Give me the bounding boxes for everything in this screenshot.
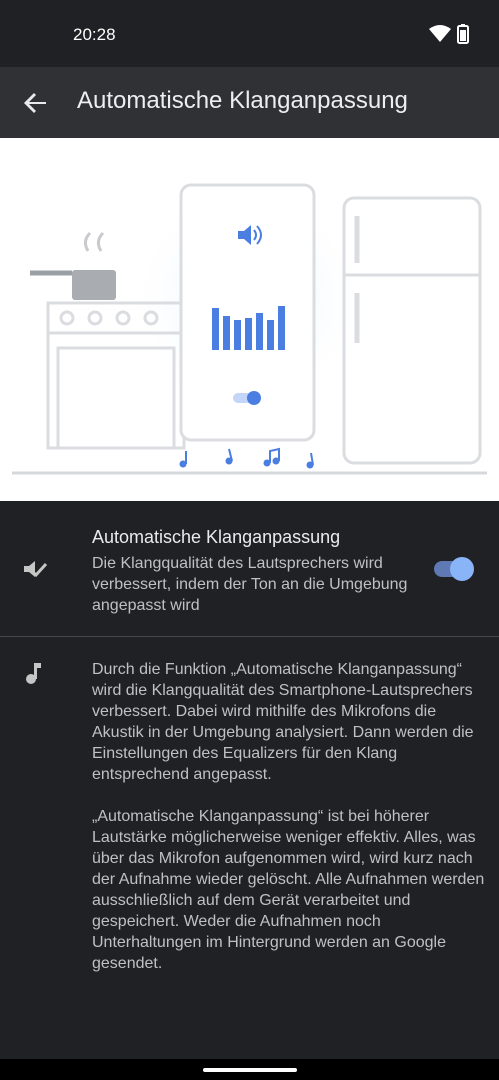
battery-icon <box>457 24 469 44</box>
music-notes-drawing <box>179 447 314 469</box>
wifi-icon <box>429 25 451 42</box>
phone-drawing <box>179 183 316 442</box>
arrow-left-icon[interactable] <box>18 85 54 121</box>
adaptive-sound-toggle[interactable] <box>432 556 476 582</box>
info-text: Durch die Funktion „Automatische Klangan… <box>92 659 486 974</box>
toggle-thumb <box>450 557 474 581</box>
setting-title: Automatische Klanganpassung <box>92 527 341 547</box>
page-title: Automatische Klanganpassung <box>77 87 408 114</box>
info-paragraph-1: Durch die Funktion „Automatische Klangan… <box>92 661 474 783</box>
status-icons <box>429 24 469 44</box>
fridge-drawing <box>342 196 482 465</box>
app-bar: Automatische Klanganpassung <box>0 67 499 138</box>
home-handle[interactable] <box>203 1068 297 1072</box>
status-time: 20:28 <box>73 25 116 44</box>
navigation-bar <box>0 1059 499 1080</box>
adaptive-sound-icon <box>24 561 48 578</box>
setting-summary: Die Klangqualität des Lautsprechers wird… <box>92 555 408 614</box>
illustration-drawing <box>12 183 487 475</box>
status-bar: 20:28 <box>0 0 499 67</box>
music-note-icon <box>26 663 41 684</box>
info-paragraph-2: „Automatische Klanganpassung“ ist bei hö… <box>92 808 485 972</box>
illustration <box>0 138 499 501</box>
divider <box>0 636 499 637</box>
adaptive-sound-setting-row[interactable]: Automatische Klanganpassung Die Klangqua… <box>0 501 499 637</box>
